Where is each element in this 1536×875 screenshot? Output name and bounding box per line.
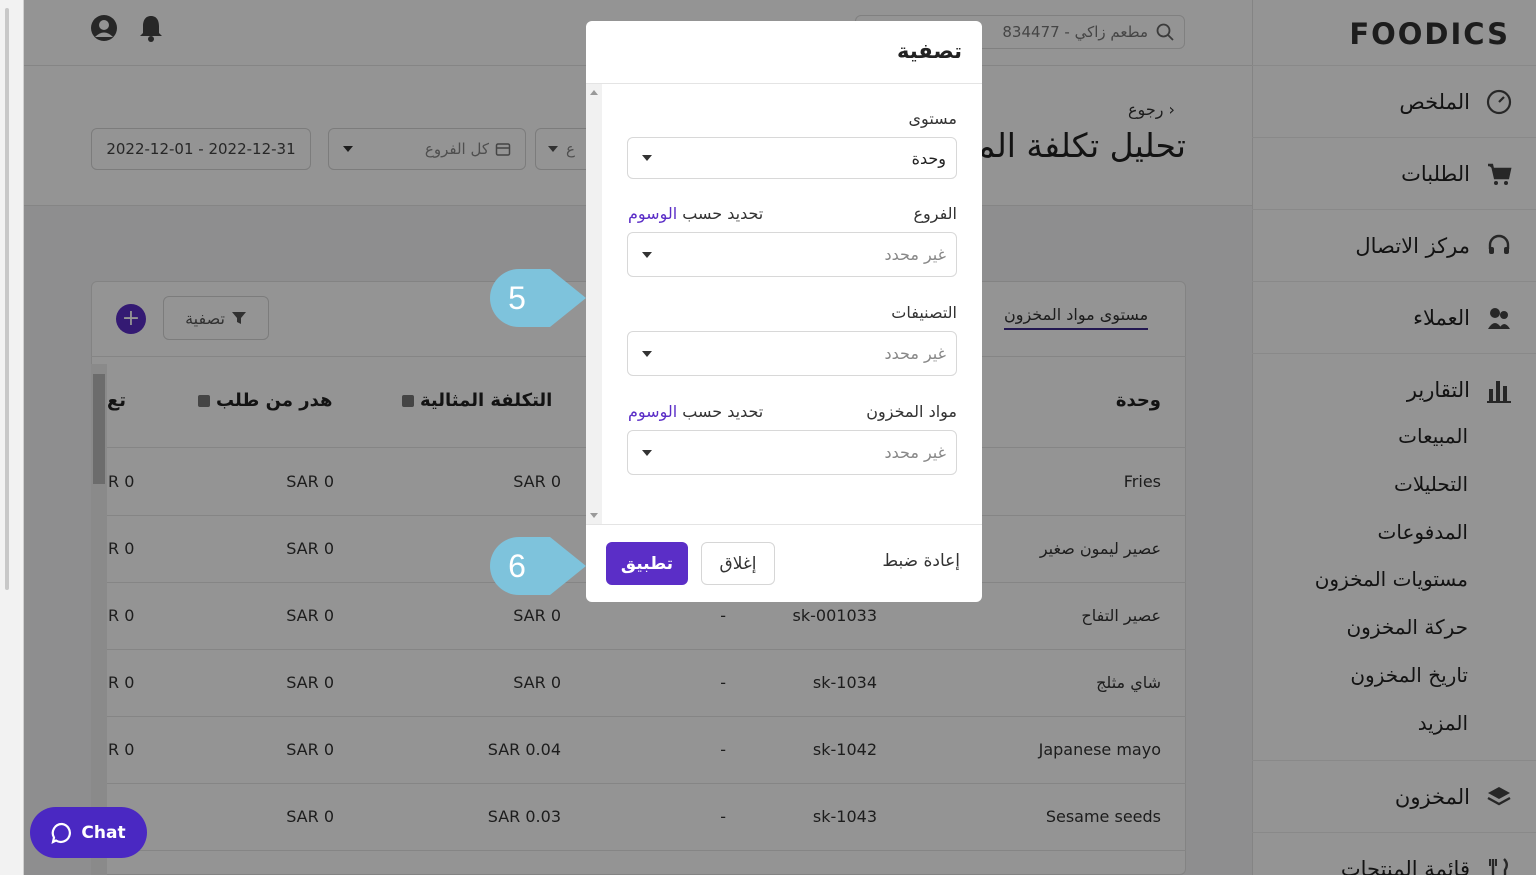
caret-down-icon: [642, 251, 652, 258]
branches-select-placeholder: غير محدد: [884, 245, 946, 264]
select-by-text: تحديد حسب: [682, 204, 764, 223]
select-by-tags: تحديد حسب الوسوم: [628, 402, 763, 421]
field-label-branches: الفروع: [913, 204, 957, 223]
inventory-items-select-placeholder: غير محدد: [884, 443, 946, 462]
caret-down-icon: [642, 449, 652, 456]
divider: [586, 524, 982, 525]
scrollbar-thumb[interactable]: [5, 8, 9, 590]
branches-select[interactable]: غير محدد: [627, 232, 957, 277]
scroll-down-arrow-icon[interactable]: [590, 513, 598, 518]
reset-button[interactable]: إعادة ضبط: [882, 551, 960, 571]
level-select-value: وحدة: [911, 148, 946, 168]
callout-number: 5: [508, 279, 526, 316]
modal-title: تصفية: [897, 39, 962, 63]
chat-button[interactable]: Chat: [30, 807, 147, 858]
caret-down-icon: [642, 155, 652, 161]
tags-link[interactable]: الوسوم: [628, 402, 677, 421]
chat-button-label: Chat: [81, 822, 126, 843]
select-by-text: تحديد حسب: [682, 402, 764, 421]
browser-scrollbar[interactable]: [0, 0, 24, 875]
field-label-inventory-items: مواد المخزون: [866, 402, 957, 421]
scroll-up-arrow-icon[interactable]: [590, 90, 598, 95]
callout-number: 6: [508, 547, 526, 584]
tags-link[interactable]: الوسوم: [628, 204, 677, 223]
close-button[interactable]: إغلاق: [701, 542, 775, 585]
filter-modal: تصفية مستوى وحدة الفروع تحديد حسب الوسوم…: [586, 21, 982, 602]
select-by-tags: تحديد حسب الوسوم: [628, 204, 763, 223]
divider: [586, 83, 982, 84]
caret-down-icon: [642, 350, 652, 357]
chat-bubble-icon: [51, 822, 72, 844]
categories-select[interactable]: غير محدد: [627, 331, 957, 376]
level-select[interactable]: وحدة: [627, 137, 957, 179]
categories-select-placeholder: غير محدد: [884, 344, 946, 363]
step-callout-5: 5: [490, 269, 586, 327]
step-callout-6: 6: [490, 537, 586, 595]
modal-scrollbar[interactable]: [586, 84, 602, 524]
field-label-level: مستوى: [908, 109, 957, 128]
apply-button[interactable]: تطبيق: [606, 542, 688, 585]
field-label-categories: التصنيفات: [891, 303, 957, 322]
inventory-items-select[interactable]: غير محدد: [627, 430, 957, 475]
